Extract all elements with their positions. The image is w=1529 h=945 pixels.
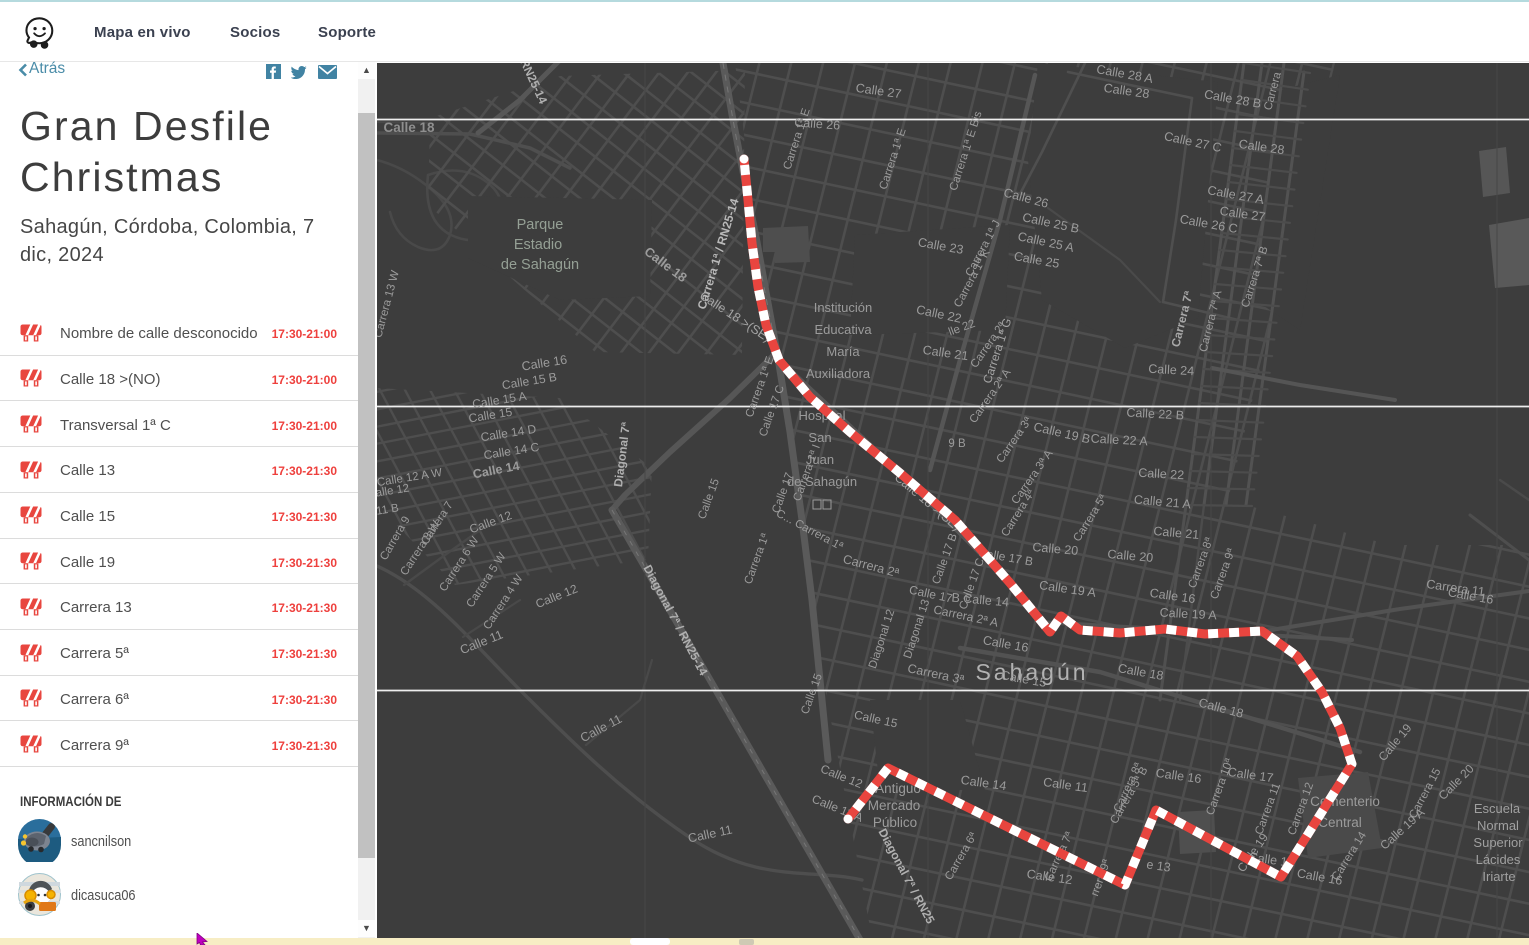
svg-text:Estadio: Estadio [514,237,562,253]
svg-text:Calle 24: Calle 24 [1148,362,1195,378]
svg-text:Carrera 13 W: Carrera 13 W [377,269,402,339]
svg-text:Central: Central [1318,815,1362,830]
svg-text:Carrera 5ª: Carrera 5ª [1071,492,1110,544]
svg-text:Normal: Normal [1477,818,1519,833]
svg-text:Carrera 3ª: Carrera 3ª [994,415,1035,466]
svg-text:e 13: e 13 [1146,857,1172,874]
svg-text:Carrera 1ª: Carrera 1ª [743,531,773,585]
svg-text:Educativa: Educativa [814,322,872,337]
svg-text:Calle 19 A: Calle 19 A [1159,606,1217,623]
svg-text:de Sahagún: de Sahagún [501,257,579,273]
svg-text:Carrera 1ª E: Carrera 1ª E [878,127,909,192]
svg-text:Calle 21 A: Calle 21 A [1133,493,1192,512]
svg-text:Calle 12: Calle 12 [818,762,864,792]
svg-text:Calle 18: Calle 18 [383,120,435,135]
svg-text:Calle 19: Calle 19 [1375,721,1414,764]
svg-text:San: San [808,430,831,445]
svg-text:Calle 11: Calle 11 [578,712,624,745]
svg-text:9 B: 9 B [948,438,966,450]
svg-text:Calle 22 B: Calle 22 B [1126,406,1184,423]
svg-text:Calle 20: Calle 20 [1032,540,1079,558]
svg-text:Calle 17: Calle 17 [770,471,796,515]
svg-text:Diagonal 7ª: Diagonal 7ª [611,421,633,488]
svg-text:Lácides: Lácides [1476,852,1521,867]
svg-text:Auxiliadora: Auxiliadora [806,366,871,381]
svg-text:Calle 14 C: Calle 14 C [483,440,541,463]
svg-text:Calle 11: Calle 11 [687,823,734,846]
svg-text:Iriarte: Iriarte [1482,869,1515,884]
svg-text:María: María [826,344,860,359]
svg-text:Mercado: Mercado [868,798,921,813]
svg-text:Calle 19 A: Calle 19 A [1038,578,1097,600]
svg-text:Calle 14: Calle 14 [960,773,1007,793]
svg-text:Calle 15 B: Calle 15 B [501,370,558,392]
svg-text:Calle 22 A: Calle 22 A [1090,432,1148,449]
svg-text:Público: Público [873,815,917,830]
svg-text:Calle 14: Calle 14 [472,459,521,482]
svg-text:Carrera 9: Carrera 9 [378,514,413,562]
svg-text:Calle 15: Calle 15 [696,477,722,521]
svg-text:Institución: Institución [814,300,873,315]
svg-text:Calle 22: Calle 22 [1138,466,1185,482]
svg-text:Carrera 11: Carrera 11 [1253,781,1283,836]
svg-text:Calle 12: Calle 12 [533,581,579,611]
svg-text:Calle 16: Calle 16 [521,353,569,374]
svg-text:Carrera 1ª E Bis: Carrera 1ª E Bis [948,110,985,193]
svg-text:Parque: Parque [517,217,564,233]
svg-text:Escuela: Escuela [1474,801,1521,816]
svg-text:Carrera 7ª A: Carrera 7ª A [1198,289,1225,353]
svg-text:Calle 18: Calle 18 [1197,695,1245,720]
svg-text:Superior: Superior [1473,835,1523,850]
